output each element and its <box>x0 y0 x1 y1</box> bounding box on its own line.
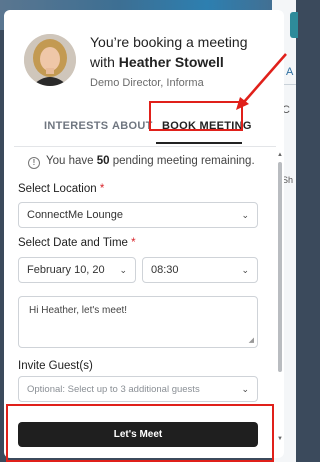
required-mark: * <box>99 183 105 195</box>
location-value: ConnectMe Lounge <box>27 209 124 221</box>
notice-prefix: You have <box>46 155 97 167</box>
info-icon: ! <box>28 157 40 169</box>
resize-handle-icon[interactable]: ◢ <box>249 336 254 344</box>
chevron-down-icon: ⌄ <box>119 265 127 275</box>
attendee-name: Heather Stowell <box>118 54 224 70</box>
background-tab-label: A <box>286 66 294 78</box>
date-select[interactable]: February 10, 20 ⌄ <box>18 257 136 283</box>
booking-heading-with: with Heather Stowell <box>90 54 224 70</box>
tab-about[interactable]: ABOUT <box>112 120 153 132</box>
time-select[interactable]: 08:30 ⌄ <box>142 257 258 283</box>
location-label-text: Select Location <box>18 183 97 195</box>
guests-label: Invite Guest(s) <box>18 360 93 372</box>
time-value: 08:30 <box>151 264 179 276</box>
scrollbar-thumb[interactable] <box>278 162 282 372</box>
active-tab-indicator <box>156 142 242 144</box>
booking-modal: You’re booking a meeting with Heather St… <box>4 10 284 458</box>
tab-divider <box>14 146 276 147</box>
pending-count: 50 <box>96 155 110 167</box>
annotation-highlight-button <box>6 404 274 462</box>
date-value: February 10, 20 <box>27 264 105 276</box>
message-textarea[interactable]: Hi Heather, let's meet! ◢ <box>18 296 258 348</box>
pending-meetings-notice: ! You have 50 pending meeting remaining. <box>28 155 255 169</box>
annotation-highlight-tab <box>149 101 243 131</box>
chevron-down-icon: ⌄ <box>241 265 249 275</box>
avatar <box>24 34 76 86</box>
tab-interests[interactable]: INTERESTS <box>44 120 108 132</box>
datetime-label: Select Date and Time * <box>18 237 136 249</box>
avatar-photo <box>24 34 76 86</box>
location-select[interactable]: ConnectMe Lounge ⌄ <box>18 202 258 228</box>
chevron-down-icon: ⌄ <box>241 210 249 220</box>
required-mark: * <box>131 237 136 249</box>
booking-heading: You’re booking a meeting <box>90 34 248 50</box>
guests-select[interactable]: Optional: Select up to 3 additional gues… <box>18 376 258 402</box>
heading-prefix: with <box>90 54 119 70</box>
location-label: Select Location * <box>18 183 104 195</box>
message-value: Hi Heather, let's meet! <box>29 305 128 316</box>
attendee-title: Demo Director, Informa <box>90 77 204 89</box>
chevron-down-icon: ⌄ <box>241 384 249 394</box>
scroll-up-icon[interactable]: ▲ <box>277 152 283 158</box>
guests-placeholder: Optional: Select up to 3 additional gues… <box>27 384 200 395</box>
datetime-label-text: Select Date and Time <box>18 237 128 249</box>
scroll-down-icon[interactable]: ▼ <box>277 436 283 442</box>
background-button <box>290 12 298 38</box>
notice-suffix: pending meeting remaining. <box>109 155 255 167</box>
